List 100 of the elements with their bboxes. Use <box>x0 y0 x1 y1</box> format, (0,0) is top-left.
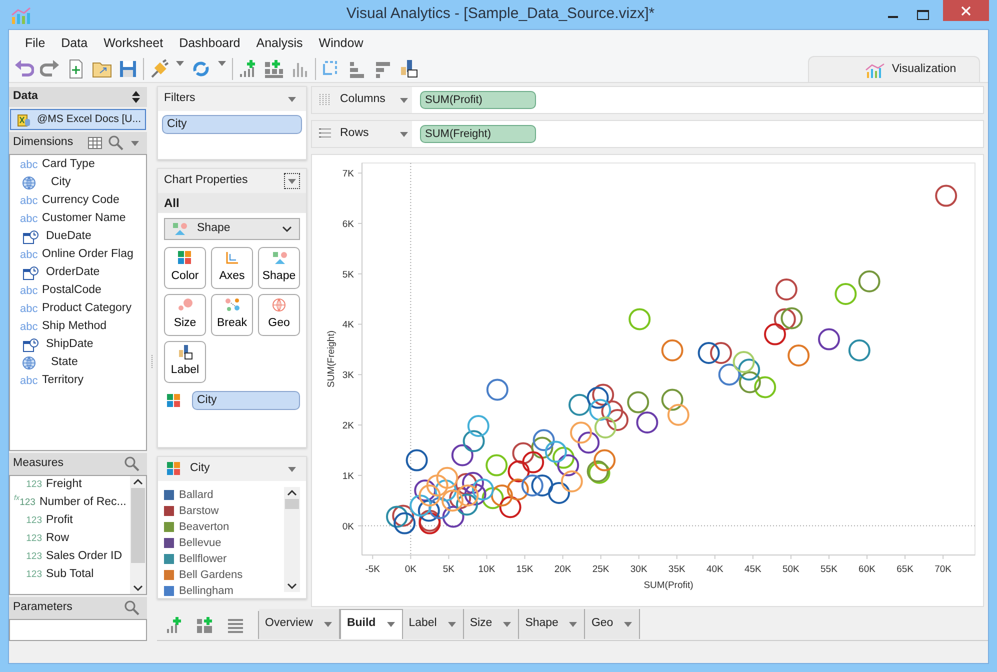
caret-icon[interactable] <box>446 620 457 628</box>
data-point[interactable] <box>426 474 448 496</box>
data-point[interactable] <box>418 500 440 522</box>
visualization-tab[interactable]: Visualization <box>808 56 980 82</box>
field-item[interactable]: 123 Sub Total <box>10 566 130 584</box>
data-point[interactable] <box>522 451 544 474</box>
field-item[interactable]: OrderDate <box>10 264 146 282</box>
table-icon[interactable] <box>88 137 102 149</box>
caret-icon[interactable] <box>287 177 297 185</box>
menu-item[interactable]: Dashboard <box>171 34 248 52</box>
scroll-down-icon[interactable] <box>287 583 297 589</box>
data-point[interactable] <box>456 494 478 516</box>
caret-icon[interactable] <box>399 96 409 104</box>
data-point[interactable] <box>472 478 494 500</box>
field-item[interactable]: abc Online Order Flag <box>10 246 146 264</box>
field-item[interactable]: abc Card Type <box>10 156 146 174</box>
legend-label[interactable]: Bellevue <box>179 534 222 552</box>
data-point[interactable] <box>592 384 614 406</box>
field-item[interactable]: 123 Row <box>10 530 130 548</box>
property-button[interactable]: Break <box>211 294 253 336</box>
new-sheet-icon[interactable] <box>165 616 183 634</box>
data-point[interactable] <box>467 415 490 437</box>
data-point[interactable] <box>482 487 504 510</box>
data-point[interactable] <box>935 184 958 207</box>
plug-icon[interactable] <box>149 59 169 79</box>
caret-icon[interactable] <box>386 620 396 628</box>
sort-descending-icon[interactable] <box>373 59 393 79</box>
data-point[interactable] <box>848 339 870 362</box>
data-point[interactable] <box>521 474 544 496</box>
data-point[interactable] <box>532 429 555 452</box>
legend-label[interactable]: Ballard <box>179 486 214 504</box>
data-point[interactable] <box>531 436 554 459</box>
search-icon[interactable] <box>124 600 140 616</box>
data-point[interactable] <box>414 480 436 502</box>
data-point[interactable] <box>557 454 580 476</box>
data-point[interactable] <box>764 323 786 346</box>
field-item[interactable]: 123 Sales Order ID <box>10 548 130 566</box>
scroll-down-icon[interactable] <box>133 585 144 591</box>
data-point[interactable] <box>410 494 432 517</box>
caret-icon[interactable] <box>287 95 297 103</box>
caret-icon[interactable] <box>623 620 634 628</box>
data-point[interactable] <box>512 442 534 464</box>
data-point[interactable] <box>594 416 616 438</box>
field-item[interactable]: 123 Freight <box>10 476 130 494</box>
legend-label[interactable]: Barstow <box>179 502 219 520</box>
data-point[interactable] <box>462 430 485 452</box>
property-button[interactable]: Geo <box>258 294 300 336</box>
data-point[interactable] <box>578 432 600 454</box>
filter-pill[interactable]: City <box>162 115 302 134</box>
close-button[interactable] <box>943 0 989 21</box>
field-item[interactable]: 123 Profit <box>10 512 130 530</box>
add-chart-icon[interactable] <box>238 59 258 79</box>
caret-icon[interactable] <box>130 139 140 147</box>
field-item[interactable]: ShipDate <box>10 336 146 354</box>
data-point[interactable] <box>570 422 592 444</box>
caret-icon[interactable] <box>322 620 333 628</box>
maximize-icon[interactable] <box>917 10 929 20</box>
new-dashboard-icon[interactable] <box>196 616 214 634</box>
data-point[interactable] <box>544 440 567 463</box>
data-point[interactable] <box>449 487 472 510</box>
data-point[interactable] <box>456 484 479 506</box>
property-button[interactable]: Size <box>164 294 206 336</box>
add-grid-icon[interactable] <box>264 59 284 79</box>
legend-label[interactable]: Bellingham <box>179 582 234 598</box>
data-point[interactable] <box>775 278 798 300</box>
field-item[interactable]: State <box>10 354 146 372</box>
legend-label[interactable]: Bell Gardens <box>179 566 243 584</box>
data-point[interactable] <box>486 378 508 401</box>
data-point[interactable] <box>428 497 451 520</box>
data-point[interactable] <box>392 504 414 527</box>
property-button[interactable]: Shape <box>258 247 300 289</box>
sort-ascending-icon[interactable] <box>347 59 367 79</box>
field-item[interactable]: abc Territory <box>10 372 146 390</box>
field-item[interactable]: abc Customer Name <box>10 210 146 228</box>
legend-label[interactable]: Bellflower <box>179 550 227 568</box>
data-point[interactable] <box>506 478 529 500</box>
data-point[interactable] <box>560 470 583 492</box>
sort-arrows-icon[interactable] <box>132 91 140 103</box>
data-point[interactable] <box>552 446 574 469</box>
field-pill[interactable]: SUM(Freight) <box>420 125 536 143</box>
field-item[interactable]: abc Ship Method <box>10 318 146 336</box>
label-marks-icon[interactable] <box>399 59 419 79</box>
data-point[interactable] <box>508 460 530 482</box>
data-point[interactable] <box>858 270 880 292</box>
scrollbar[interactable] <box>284 487 300 592</box>
caret-icon[interactable] <box>568 620 578 628</box>
data-point[interactable] <box>698 342 720 364</box>
data-point[interactable] <box>568 394 590 416</box>
legend-label[interactable]: Beaverton <box>179 518 230 536</box>
menu-item[interactable]: Worksheet <box>96 34 172 52</box>
undo-icon[interactable] <box>14 59 34 79</box>
sheet-tab[interactable]: Size <box>464 608 520 638</box>
sheet-tab[interactable]: Label <box>402 608 464 638</box>
data-point[interactable] <box>774 308 796 330</box>
data-point[interactable] <box>636 412 658 434</box>
data-point[interactable] <box>455 473 478 495</box>
data-point[interactable] <box>601 400 624 422</box>
data-point[interactable] <box>394 512 416 534</box>
scrollbar[interactable] <box>130 476 146 594</box>
sheet-tab[interactable]: Geo <box>585 608 640 638</box>
